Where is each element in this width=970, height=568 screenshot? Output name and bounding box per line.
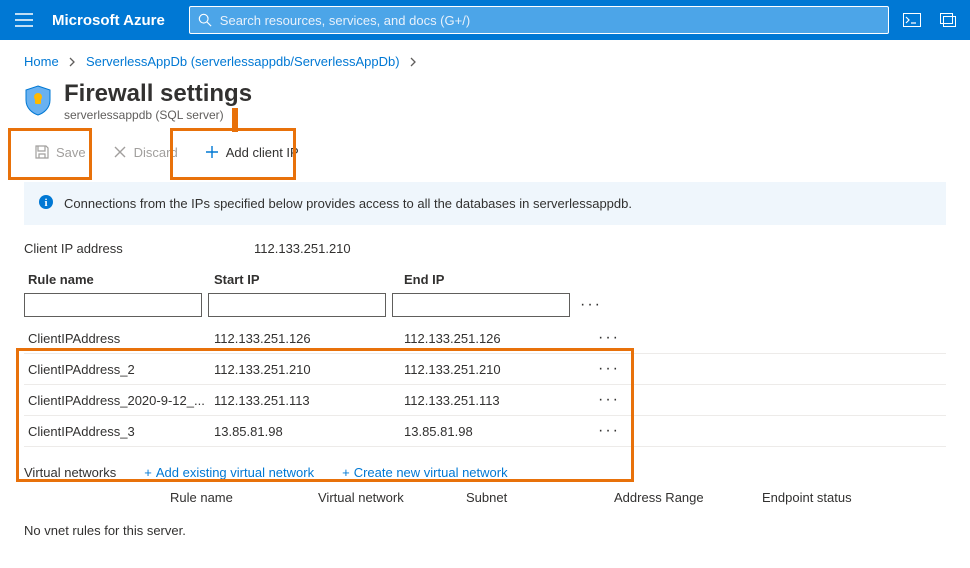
- start-ip-cell: 112.133.251.210: [214, 362, 404, 377]
- add-existing-vnet-link[interactable]: + Add existing virtual network: [144, 465, 314, 480]
- shield-icon: [24, 84, 52, 116]
- info-banner: i Connections from the IPs specified bel…: [24, 182, 946, 225]
- rule-input-row: ···: [24, 293, 946, 317]
- more-icon[interactable]: ···: [594, 329, 624, 347]
- page-subtitle: serverlessappdb (SQL server): [64, 108, 252, 122]
- header-start-ip: Start IP: [214, 272, 404, 287]
- page-title: Firewall settings: [64, 80, 252, 108]
- new-start-ip-input[interactable]: [208, 293, 386, 317]
- svg-text:i: i: [44, 197, 47, 209]
- page-header: Firewall settings serverlessappdb (SQL s…: [0, 80, 970, 130]
- new-rule-name-input[interactable]: [24, 293, 202, 317]
- vnet-header-rule: Rule name: [170, 490, 318, 505]
- table-row: ClientIPAddress_2020-9-12_...112.133.251…: [24, 385, 946, 416]
- rule-name-cell: ClientIPAddress_2020-9-12_...: [28, 393, 214, 408]
- rule-name-cell: ClientIPAddress: [28, 331, 214, 346]
- breadcrumb-home[interactable]: Home: [24, 54, 59, 69]
- brand-label: Microsoft Azure: [52, 12, 165, 29]
- vnet-headers: Rule name Virtual network Subnet Address…: [24, 490, 946, 505]
- table-row: ClientIPAddress_2112.133.251.210112.133.…: [24, 354, 946, 385]
- start-ip-cell: 13.85.81.98: [214, 424, 404, 439]
- breadcrumb-db[interactable]: ServerlessAppDb (serverlessappdb/Serverl…: [86, 54, 400, 69]
- add-client-ip-button[interactable]: Add client IP: [194, 138, 309, 166]
- vnet-header-range: Address Range: [614, 490, 762, 505]
- rules-header: Rule name Start IP End IP: [24, 272, 946, 287]
- client-ip-value: 112.133.251.210: [254, 241, 351, 256]
- search-icon: [198, 13, 212, 27]
- vnet-section: Virtual networks + Add existing virtual …: [24, 465, 946, 538]
- client-ip-row: Client IP address 112.133.251.210: [24, 241, 946, 256]
- info-icon: i: [38, 194, 54, 213]
- end-ip-cell: 112.133.251.210: [404, 362, 594, 377]
- more-icon[interactable]: ···: [594, 422, 624, 440]
- save-icon: [34, 144, 50, 160]
- vnet-label: Virtual networks: [24, 465, 116, 480]
- rule-name-cell: ClientIPAddress_2: [28, 362, 214, 377]
- plus-icon: +: [144, 465, 152, 480]
- new-end-ip-input[interactable]: [392, 293, 570, 317]
- rule-name-cell: ClientIPAddress_3: [28, 424, 214, 439]
- start-ip-cell: 112.133.251.113: [214, 393, 404, 408]
- plus-icon: [204, 144, 220, 160]
- breadcrumb: Home ServerlessAppDb (serverlessappdb/Se…: [0, 40, 970, 80]
- more-icon[interactable]: ···: [594, 391, 624, 409]
- search-input[interactable]: [220, 13, 880, 28]
- search-box[interactable]: [189, 6, 889, 34]
- more-icon[interactable]: ···: [576, 296, 606, 314]
- toolbar: Save Discard Add client IP: [0, 130, 970, 178]
- end-ip-cell: 13.85.81.98: [404, 424, 594, 439]
- plus-icon: +: [342, 465, 350, 480]
- top-icons: [902, 10, 958, 30]
- chevron-right-icon: [409, 55, 417, 70]
- header-rule-name: Rule name: [28, 272, 214, 287]
- hamburger-icon[interactable]: [12, 8, 36, 32]
- no-vnet-message: No vnet rules for this server.: [24, 523, 946, 538]
- info-text: Connections from the IPs specified below…: [64, 196, 632, 211]
- client-ip-label: Client IP address: [24, 241, 254, 256]
- chevron-right-icon: [68, 55, 76, 70]
- create-new-vnet-link[interactable]: + Create new virtual network: [342, 465, 508, 480]
- cloud-shell-icon[interactable]: [902, 10, 922, 30]
- header-end-ip: End IP: [404, 272, 594, 287]
- vnet-header-subnet: Subnet: [466, 490, 614, 505]
- more-icon[interactable]: ···: [594, 360, 624, 378]
- highlight-connector: [232, 108, 238, 132]
- content: Client IP address 112.133.251.210 Rule n…: [0, 241, 970, 538]
- vnet-header-endpoint: Endpoint status: [762, 490, 910, 505]
- top-bar: Microsoft Azure: [0, 0, 970, 40]
- start-ip-cell: 112.133.251.126: [214, 331, 404, 346]
- discard-icon: [112, 144, 128, 160]
- table-row: ClientIPAddress112.133.251.126112.133.25…: [24, 323, 946, 354]
- end-ip-cell: 112.133.251.113: [404, 393, 594, 408]
- discard-button[interactable]: Discard: [102, 138, 188, 166]
- rules-body: ClientIPAddress112.133.251.126112.133.25…: [24, 323, 946, 447]
- end-ip-cell: 112.133.251.126: [404, 331, 594, 346]
- save-button[interactable]: Save: [24, 138, 96, 166]
- table-row: ClientIPAddress_313.85.81.9813.85.81.98·…: [24, 416, 946, 447]
- vnet-header-vn: Virtual network: [318, 490, 466, 505]
- directory-icon[interactable]: [938, 10, 958, 30]
